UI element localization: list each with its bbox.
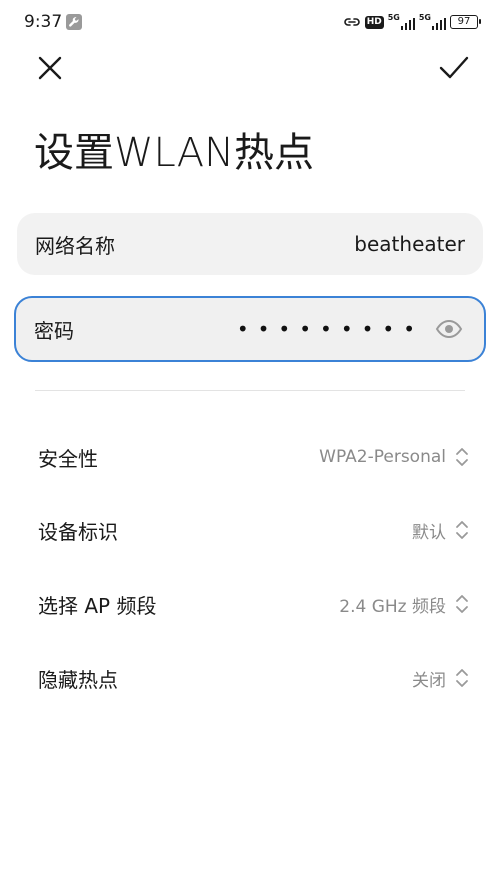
device-id-label: 设备标识 (38, 519, 118, 544)
eye-icon (435, 319, 463, 339)
wrench-icon (66, 14, 82, 30)
page-title: 设置WLAN热点 (34, 130, 315, 176)
ssid-label: 网络名称 (35, 233, 115, 258)
close-button[interactable] (30, 48, 70, 88)
divider (35, 390, 465, 391)
link-icon (343, 18, 360, 26)
hotspot-settings-screen: 9:37 HD 5G 5G 97 设置WLAN热点 网络名称 beatheate… (0, 0, 500, 888)
password-value[interactable]: ••••••••• (74, 317, 432, 341)
hide-hotspot-row[interactable]: 隐藏热点 关闭 (38, 658, 470, 698)
hd-badge: HD (364, 15, 384, 29)
security-row[interactable]: 安全性 WPA2-Personal (38, 437, 470, 477)
chevron-updown-icon (454, 592, 470, 616)
password-field[interactable]: 密码 ••••••••• (14, 296, 486, 362)
device-id-row[interactable]: 设备标识 默认 (38, 510, 470, 550)
ssid-value[interactable]: beatheater (115, 232, 465, 256)
status-time: 9:37 (24, 12, 63, 32)
ap-band-label: 选择 AP 频段 (38, 593, 157, 618)
confirm-button[interactable] (434, 48, 474, 88)
show-password-button[interactable] (432, 312, 466, 346)
status-icons: HD 5G 5G 97 (343, 12, 481, 32)
check-icon (439, 56, 469, 79)
hide-hotspot-value: 关闭 (412, 670, 446, 691)
ssid-field[interactable]: 网络名称 beatheater (17, 213, 483, 275)
signal-icon-2: 5G (419, 14, 446, 30)
signal-icon-1: 5G (388, 14, 415, 30)
ap-band-value: 2.4 GHz 频段 (339, 596, 446, 617)
battery-icon: 97 (450, 15, 481, 29)
status-bar: 9:37 HD 5G 5G 97 (0, 0, 500, 44)
chevron-updown-icon (454, 518, 470, 542)
hide-hotspot-label: 隐藏热点 (38, 667, 118, 692)
device-id-value: 默认 (412, 522, 446, 543)
ap-band-row[interactable]: 选择 AP 频段 2.4 GHz 频段 (38, 584, 470, 624)
password-label: 密码 (34, 318, 74, 343)
chevron-updown-icon (454, 666, 470, 690)
security-value: WPA2-Personal (319, 447, 446, 467)
security-label: 安全性 (38, 446, 98, 471)
close-icon (38, 56, 62, 80)
chevron-updown-icon (454, 445, 470, 469)
